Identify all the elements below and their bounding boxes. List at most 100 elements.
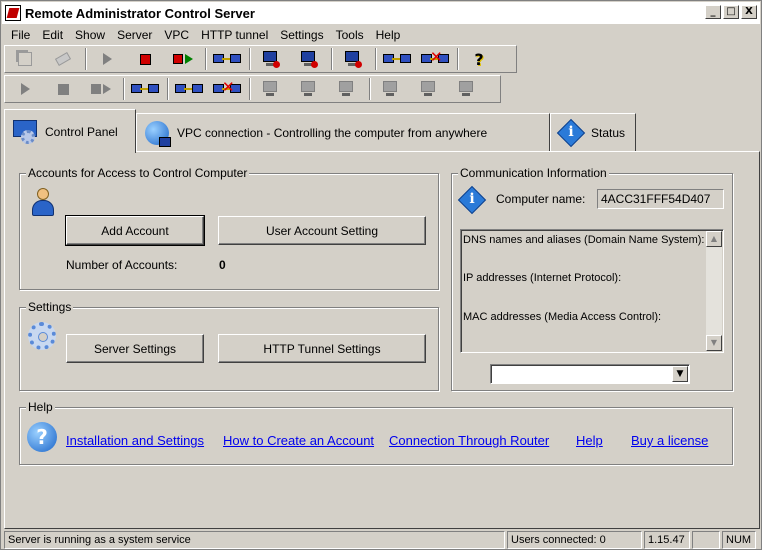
disconnect-button[interactable]: ✕ (419, 48, 451, 70)
link-installation-settings[interactable]: Installation and Settings (66, 433, 204, 448)
pc-icon (262, 50, 280, 68)
gear-icon (28, 322, 56, 350)
info-icon: i (457, 185, 487, 215)
title-bar[interactable]: Remote Administrator Control Server _ □ … (2, 2, 760, 24)
chevron-down-icon[interactable]: ▼ (672, 366, 688, 382)
link-connection-router[interactable]: Connection Through Router (389, 433, 549, 448)
menu-file[interactable]: File (5, 28, 36, 42)
version-label: 1.15.47 (644, 531, 690, 549)
play-icon (102, 53, 112, 65)
toolbar-separator (205, 48, 207, 70)
pc-icon (420, 80, 438, 98)
close-button[interactable]: X (741, 5, 757, 19)
stop-play-icon (173, 54, 193, 64)
tab-control-panel[interactable]: Control Panel (4, 109, 136, 153)
toolbar-secondary: ✕ (4, 75, 501, 103)
toolbar-separator (249, 48, 251, 70)
menu-tools[interactable]: Tools (330, 28, 370, 42)
computer-button-3[interactable] (337, 48, 369, 70)
copy-button[interactable] (9, 48, 41, 70)
status-empty-cell (692, 531, 720, 549)
help-tool-button[interactable]: ? (463, 48, 495, 70)
toolbar-separator (369, 78, 371, 100)
scroll-down-button[interactable]: ▼ (706, 335, 722, 351)
restart-button[interactable] (167, 48, 199, 70)
stop-icon (57, 83, 69, 95)
disconnect-button-2[interactable]: ✕ (211, 78, 243, 100)
stop-button[interactable] (129, 48, 161, 70)
http-tunnel-settings-button[interactable]: HTTP Tunnel Settings (218, 334, 426, 363)
menu-show[interactable]: Show (69, 28, 111, 42)
computer-button-5[interactable] (293, 78, 325, 100)
settings-group-title: Settings (26, 300, 74, 314)
tab-label: VPC connection - Controlling the compute… (177, 125, 488, 140)
computer-button-9[interactable] (451, 78, 483, 100)
menu-bar: File Edit Show Server VPC HTTP tunnel Se… (2, 25, 760, 44)
users-connected: Users connected: 0 (507, 531, 642, 549)
computer-button-1[interactable] (255, 48, 287, 70)
link-create-account[interactable]: How to Create an Account (223, 433, 374, 448)
connect-icon (175, 80, 203, 98)
add-account-button[interactable]: Add Account (65, 215, 205, 246)
accounts-count-label: Number of Accounts: (66, 258, 178, 272)
connections-button-2[interactable] (129, 78, 161, 100)
toolbar-separator (167, 78, 169, 100)
list-scrollbar[interactable]: ▲ ▼ (706, 231, 722, 351)
menu-vpc[interactable]: VPC (158, 28, 195, 42)
disconnect-icon: ✕ (213, 80, 241, 98)
restart-button-2[interactable] (85, 78, 117, 100)
scroll-up-button[interactable]: ▲ (706, 231, 722, 247)
menu-settings[interactable]: Settings (274, 28, 329, 42)
stop-icon (139, 53, 151, 65)
computer-button-2[interactable] (293, 48, 325, 70)
link-help[interactable]: Help (576, 433, 603, 448)
pc-icon (458, 80, 476, 98)
eraser-icon (54, 52, 72, 66)
toolbar-separator (375, 48, 377, 70)
window-controls: _ □ X (705, 5, 757, 19)
erase-button[interactable] (47, 48, 79, 70)
network-adapter-dropdown[interactable]: ▼ (490, 364, 690, 384)
user-account-icon (30, 188, 56, 218)
accounts-count-value: 0 (219, 258, 226, 272)
connect-button-2[interactable] (173, 78, 205, 100)
globe-icon (143, 119, 171, 147)
window-title: Remote Administrator Control Server (25, 5, 255, 21)
menu-server[interactable]: Server (111, 28, 158, 42)
toolbar-separator (85, 48, 87, 70)
menu-http-tunnel[interactable]: HTTP tunnel (195, 28, 274, 42)
dns-names-line: DNS names and aliases (Domain Name Syste… (463, 234, 705, 246)
computer-button-6[interactable] (331, 78, 363, 100)
computer-button-7[interactable] (375, 78, 407, 100)
toolbar-separator (249, 78, 251, 100)
connections-button[interactable] (211, 48, 243, 70)
server-settings-button[interactable]: Server Settings (66, 334, 204, 363)
toolbar-separator (457, 48, 459, 70)
menu-help[interactable]: Help (370, 28, 407, 42)
network-info-list[interactable]: DNS names and aliases (Domain Name Syste… (460, 229, 724, 353)
link-buy-license[interactable]: Buy a license (631, 433, 708, 448)
communication-info-title: Communication Information (458, 166, 609, 180)
minimize-button[interactable]: _ (705, 5, 721, 19)
maximize-button[interactable]: □ (723, 5, 739, 19)
user-account-setting-button[interactable]: User Account Setting (218, 216, 426, 245)
computer-button-4[interactable] (255, 78, 287, 100)
tab-status[interactable]: i Status (550, 113, 636, 151)
computer-button-8[interactable] (413, 78, 445, 100)
computer-name-label: Computer name: (496, 192, 586, 206)
settings-group: Settings Server Settings HTTP Tunnel Set… (19, 300, 439, 391)
status-bar: Server is running as a system service Us… (4, 531, 760, 549)
info-icon: i (556, 118, 586, 147)
tab-vpc-connection[interactable]: VPC connection - Controlling the compute… (136, 113, 550, 151)
stop-button-2[interactable] (47, 78, 79, 100)
disconnect-icon: ✕ (421, 50, 449, 68)
connect-icon (213, 50, 241, 68)
computer-name-field[interactable]: 4ACC31FFF54D407 (597, 189, 724, 209)
start-button-2[interactable] (9, 78, 41, 100)
connect-button[interactable] (381, 48, 413, 70)
toolbar-separator (123, 78, 125, 100)
start-button[interactable] (91, 48, 123, 70)
toolbar-separator (331, 48, 333, 70)
menu-edit[interactable]: Edit (36, 28, 69, 42)
accounts-group-title: Accounts for Access to Control Computer (26, 166, 250, 180)
